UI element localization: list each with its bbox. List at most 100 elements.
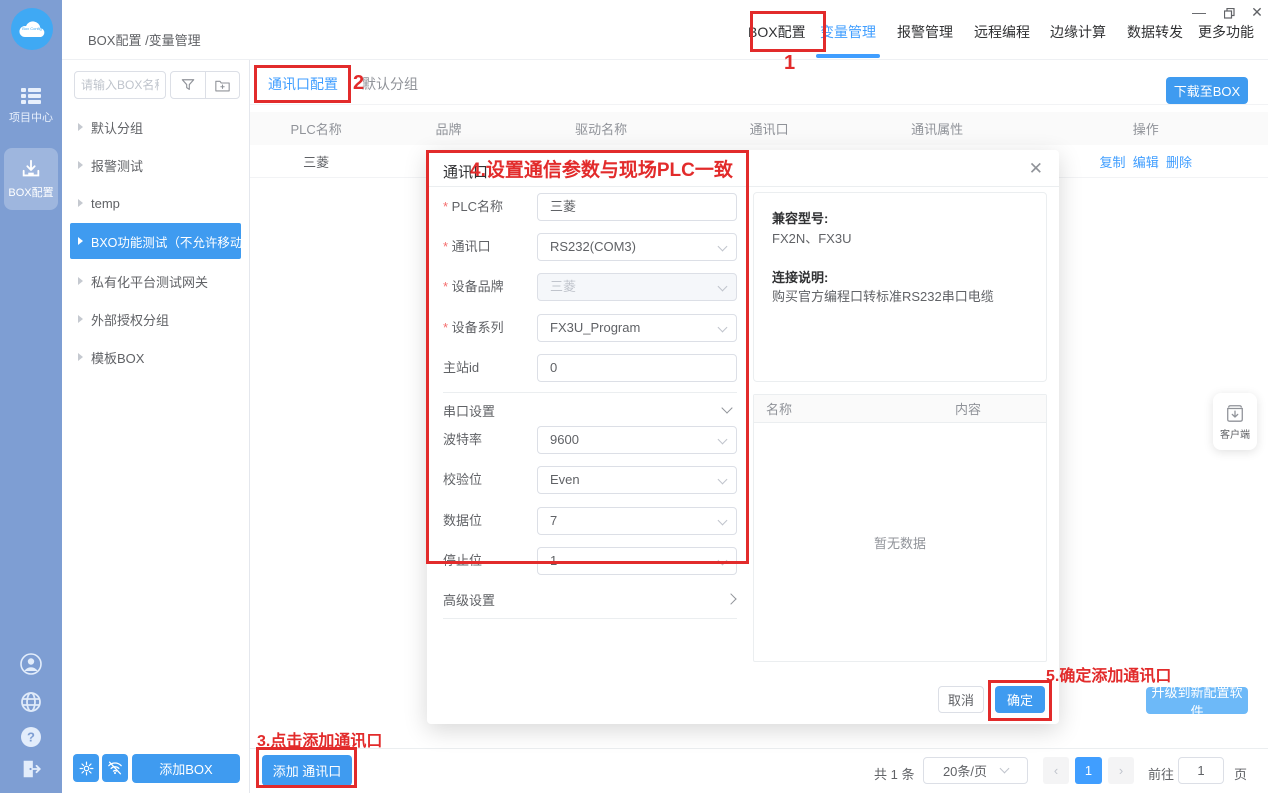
expand-arrow-icon bbox=[78, 123, 83, 131]
goto-page-input[interactable]: 1 bbox=[1178, 757, 1224, 784]
field-label-master-id: 主站id bbox=[443, 360, 480, 375]
chevron-down-icon[interactable] bbox=[721, 402, 733, 414]
project-center-icon bbox=[21, 88, 41, 104]
dialog-close-icon[interactable]: ✕ bbox=[1029, 159, 1043, 179]
expand-arrow-icon bbox=[78, 277, 83, 285]
tab-strip: 通讯口配置 默认分组 下载至BOX bbox=[250, 60, 1268, 105]
next-page-button[interactable]: › bbox=[1108, 757, 1134, 784]
tab-default-group[interactable]: 默认分组 bbox=[362, 74, 418, 94]
nav-edge-computing[interactable]: 边缘计算 bbox=[1050, 22, 1106, 42]
chevron-down-icon bbox=[717, 281, 728, 292]
dialog-title: 通讯口 bbox=[443, 164, 489, 181]
nav-more-functions[interactable]: 更多功能 bbox=[1198, 22, 1254, 42]
cancel-button[interactable]: 取消 bbox=[938, 686, 984, 713]
nav-variable-mgmt[interactable]: 变量管理 bbox=[820, 22, 876, 42]
group-item-default[interactable]: 默认分组 bbox=[70, 110, 241, 144]
properties-table: 名称 内容 暂无数据 bbox=[753, 394, 1047, 662]
group-item-alarm-test[interactable]: 报警测试 bbox=[70, 148, 241, 182]
port-select[interactable]: RS232(COM3) bbox=[537, 233, 737, 261]
current-page-button[interactable]: 1 bbox=[1075, 757, 1102, 784]
expand-arrow-icon bbox=[78, 199, 83, 207]
device-series-select[interactable]: FX3U_Program bbox=[537, 314, 737, 342]
add-group-button[interactable] bbox=[204, 72, 240, 98]
settings-button[interactable] bbox=[73, 754, 99, 782]
connection-label: 连接说明: bbox=[772, 269, 829, 285]
parity-select[interactable]: Even bbox=[537, 466, 737, 494]
group-item-template-box[interactable]: 模板BOX bbox=[70, 340, 241, 374]
field-label-data-bits: 数据位 bbox=[443, 513, 483, 528]
group-label: 模板BOX bbox=[91, 350, 145, 366]
nav-data-forwarding[interactable]: 数据转发 bbox=[1127, 22, 1183, 42]
advanced-settings-header[interactable]: 高级设置 bbox=[443, 587, 535, 615]
window-restore-icon[interactable] bbox=[1220, 4, 1238, 19]
device-info-card: 兼容型号: FX2N、FX3U 连接说明: 购买官方编程口转标准RS232串口电… bbox=[753, 192, 1047, 382]
group-item-temp[interactable]: temp bbox=[70, 186, 241, 220]
upgrade-config-button[interactable]: 升级到新配置软件 bbox=[1146, 685, 1248, 719]
copy-link[interactable]: 复制 bbox=[1100, 155, 1126, 170]
download-to-box-button[interactable]: 下载至BOX bbox=[1166, 77, 1248, 104]
chevron-right-icon[interactable] bbox=[725, 593, 737, 605]
offline-mode-button[interactable] bbox=[102, 754, 128, 782]
stop-bits-value: 1 bbox=[550, 553, 558, 568]
group-item-private-platform[interactable]: 私有化平台测试网关 bbox=[70, 264, 241, 298]
field-label-device-brand: 设备品牌 bbox=[443, 273, 535, 301]
col-header-plc-name: PLC名称 bbox=[290, 122, 342, 137]
plc-name-input[interactable]: 三菱 bbox=[537, 193, 737, 221]
expand-arrow-icon bbox=[78, 353, 83, 361]
add-port-button[interactable]: 添加 通讯口 bbox=[262, 755, 352, 786]
client-download-widget[interactable]: 客户端 bbox=[1213, 393, 1257, 450]
rail-item-account[interactable] bbox=[0, 652, 62, 676]
filter-icon bbox=[181, 79, 195, 90]
delete-link[interactable]: 删除 bbox=[1166, 155, 1192, 170]
rail-label-project-center: 项目中心 bbox=[9, 112, 53, 124]
page-size-value: 20条/页 bbox=[942, 764, 988, 779]
box-config-download-icon bbox=[22, 159, 40, 177]
stop-bits-select[interactable]: 1 bbox=[537, 547, 737, 575]
group-item-external-auth[interactable]: 外部授权分组 bbox=[70, 302, 241, 336]
add-box-button[interactable]: 添加BOX bbox=[132, 754, 240, 783]
port-select-value: RS232(COM3) bbox=[550, 239, 636, 254]
edit-link[interactable]: 编辑 bbox=[1133, 155, 1159, 170]
window-minimize-icon[interactable]: — bbox=[1190, 4, 1208, 20]
box-search-field[interactable] bbox=[74, 71, 166, 99]
app-logo[interactable]: Box Config bbox=[11, 8, 53, 50]
nav-box-config[interactable]: BOX配置 bbox=[748, 22, 806, 42]
window-close-icon[interactable]: ✕ bbox=[1248, 4, 1266, 21]
group-item-bxo-test-selected[interactable]: BXO功能测试（不允许移动） bbox=[70, 223, 255, 259]
tab-port-config[interactable]: 通讯口配置 bbox=[268, 74, 338, 94]
svg-text:?: ? bbox=[27, 730, 35, 745]
group-label: 默认分组 bbox=[91, 120, 144, 136]
goto-label: 前往 bbox=[1148, 767, 1175, 782]
left-rail: Box Config 项目中心 BOX配置 ? bbox=[0, 0, 62, 793]
confirm-button[interactable]: 确定 bbox=[995, 686, 1045, 713]
group-label: 报警测试 bbox=[91, 158, 144, 174]
rail-item-language[interactable] bbox=[0, 690, 62, 714]
page-size-select[interactable]: 20条/页 bbox=[923, 757, 1028, 784]
data-bits-select[interactable]: 7 bbox=[537, 507, 737, 535]
prev-page-button[interactable]: ‹ bbox=[1043, 757, 1069, 784]
breadcrumb: BOX配置 /变量管理 bbox=[88, 33, 201, 48]
nav-remote-programming[interactable]: 远程编程 bbox=[974, 22, 1030, 42]
expand-arrow-icon bbox=[78, 161, 83, 169]
compat-value: FX2N、FX3U bbox=[772, 230, 852, 246]
baud-rate-select[interactable]: 9600 bbox=[537, 426, 737, 454]
serial-settings-header[interactable]: 串口设置 bbox=[443, 398, 535, 426]
device-brand-select-disabled: 三菱 bbox=[537, 273, 737, 301]
table-header-row: PLC名称 品牌 驱动名称 通讯口 通讯属性 操作 bbox=[250, 112, 1268, 145]
nav-alarm-mgmt[interactable]: 报警管理 bbox=[897, 22, 953, 42]
rail-item-help[interactable]: ? bbox=[0, 726, 62, 748]
rail-item-box-config[interactable]: BOX配置 bbox=[4, 148, 58, 210]
rail-item-project-center[interactable]: 项目中心 bbox=[0, 88, 62, 125]
search-input[interactable] bbox=[81, 72, 159, 98]
chevron-down-icon bbox=[717, 555, 728, 566]
filter-button[interactable] bbox=[171, 72, 205, 98]
client-download-icon bbox=[1227, 404, 1243, 422]
master-id-input[interactable]: 0 bbox=[537, 354, 737, 382]
rail-item-logout[interactable] bbox=[0, 758, 62, 780]
chevron-down-icon bbox=[717, 474, 728, 485]
folder-plus-icon bbox=[215, 80, 230, 91]
parity-value: Even bbox=[550, 472, 580, 487]
empty-data-placeholder: 暂无数据 bbox=[873, 536, 926, 551]
exit-icon bbox=[23, 760, 42, 778]
wifi-off-icon bbox=[108, 761, 122, 775]
